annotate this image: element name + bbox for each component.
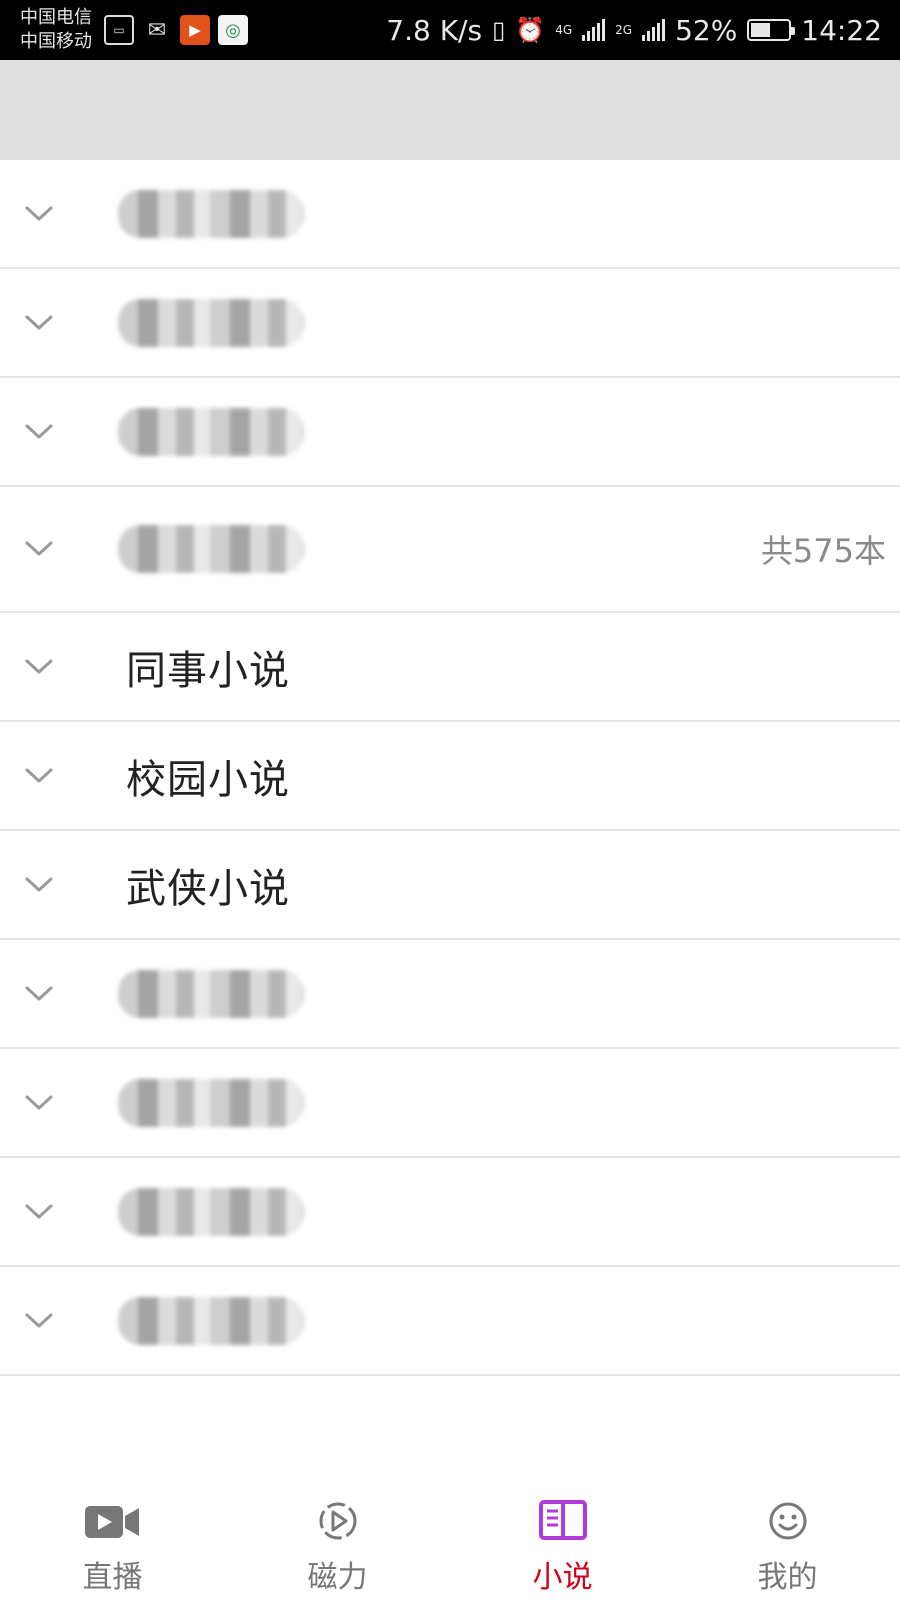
chevron-down-icon[interactable] [24,1093,54,1113]
category-row[interactable]: 武侠小说 [0,831,900,940]
chevron-down-icon[interactable] [24,1202,54,1222]
carrier-labels: 中国电信 中国移动 [20,6,92,54]
wechat-icon: ✉ [147,17,167,43]
category-label: 武侠小说 [126,865,290,912]
network-2g-label: 2G [615,23,633,37]
status-bar: 中国电信 中国移动 ▭ ✉ ▶ ◎ 7.8 K/s ▯ ⏰ 4G 2G 52% … [0,0,900,60]
video-camera-icon [83,1498,143,1544]
status-right: 7.8 K/s ▯ ⏰ 4G 2G 52% 14:22 [386,12,882,48]
clock: 14:22 [801,13,882,47]
book-count: 共575本 [760,532,886,570]
chevron-down-icon[interactable] [24,657,54,677]
redacted-label [118,1296,304,1345]
category-row[interactable] [0,269,900,378]
battery-percent: 52% [675,13,738,47]
category-label: 同事小说 [126,647,290,694]
chevron-down-icon[interactable] [24,766,54,786]
video-app-icon: ▶ [180,15,210,45]
network-speed: 7.8 K/s [386,13,483,47]
chevron-down-icon[interactable] [24,1311,54,1331]
tab-label: 磁力 [307,1560,368,1595]
notification-icons: ▭ ✉ ▶ ◎ [104,14,248,46]
chevron-down-icon[interactable] [24,984,54,1004]
chevron-down-icon[interactable] [24,875,54,895]
redacted-label [118,1078,304,1127]
chevron-down-icon[interactable] [24,204,54,224]
carrier-1: 中国电信 [20,7,92,28]
category-row[interactable]: 校园小说 [0,722,900,831]
chevron-down-icon[interactable] [24,422,54,442]
redacted-label [118,525,304,573]
signal-2g-icon [642,19,666,41]
tab-label: 我的 [757,1560,818,1595]
category-row[interactable]: 同事小说 [0,613,900,722]
vibrate-icon: ▯ [492,16,506,44]
chevron-down-icon[interactable] [24,313,54,333]
screen-cast-icon: ▭ [104,15,134,45]
tab-book[interactable]: 小说 [450,1460,675,1600]
battery-icon [747,19,796,41]
category-row[interactable] [0,1049,900,1158]
redacted-label [118,1187,304,1236]
alarm-icon: ⏰ [515,16,546,44]
tab-play-circle[interactable]: 磁力 [225,1460,450,1600]
redacted-label [118,189,304,238]
news-app-icon: ◎ [218,15,248,45]
category-row[interactable] [0,1158,900,1267]
smiley-icon [758,1498,818,1544]
category-row[interactable]: 共575本 [0,487,900,613]
bottom-navigation: 直播 磁力 小说 我的 [0,1460,900,1600]
category-row[interactable] [0,378,900,487]
book-icon [533,1498,593,1544]
category-row[interactable] [0,1267,900,1376]
redacted-label [118,298,304,347]
tab-label: 直播 [82,1560,143,1595]
tab-label: 小说 [532,1560,593,1595]
novel-category-list: 共575本同事小说校园小说武侠小说 [0,160,900,1376]
category-row[interactable] [0,160,900,269]
redacted-label [118,969,304,1018]
network-4g-label: 4G [555,23,573,37]
tab-smiley[interactable]: 我的 [675,1460,900,1600]
play-circle-icon [308,1498,368,1544]
header-band [0,60,900,160]
carrier-2: 中国移动 [20,31,92,52]
redacted-label [118,407,304,456]
signal-4g-icon [582,19,606,41]
category-label: 校园小说 [126,756,290,803]
chevron-down-icon[interactable] [24,539,54,559]
tab-video-camera[interactable]: 直播 [0,1460,225,1600]
category-row[interactable] [0,940,900,1049]
